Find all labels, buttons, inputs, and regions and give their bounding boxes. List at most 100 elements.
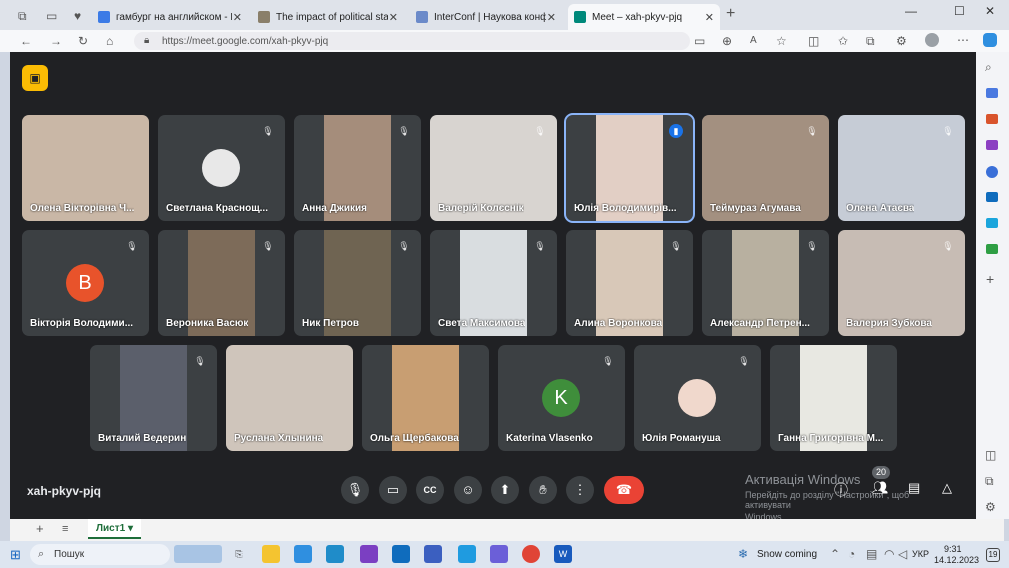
taskbar-search[interactable]: ⌕ Пошук xyxy=(30,544,170,565)
close-tab-icon[interactable]: ✕ xyxy=(389,11,398,24)
favorite-icon[interactable]: ☆ xyxy=(776,34,787,48)
task-view-icon[interactable]: ⎘ xyxy=(230,545,248,563)
m365-icon[interactable] xyxy=(986,166,998,178)
volume-icon[interactable]: ◁ xyxy=(898,547,907,561)
pinned-tab-icon[interactable]: ♥ xyxy=(74,9,81,23)
participant-tile[interactable]: 🎙︎ Светлана Краснощ... xyxy=(158,115,285,221)
collections-icon[interactable]: ⧉ xyxy=(866,34,875,48)
start-icon[interactable]: ⊞ xyxy=(10,547,21,563)
media-icon[interactable] xyxy=(490,545,508,563)
back-icon[interactable]: ← xyxy=(20,34,32,48)
mic-button[interactable]: 🎙︎ xyxy=(341,476,369,504)
info-icon[interactable]: ⓘ xyxy=(834,480,848,500)
leave-call-button[interactable]: ☎ xyxy=(604,476,644,504)
notification-badge[interactable]: 19 xyxy=(986,548,1000,562)
external-open-icon[interactable]: ⧉ xyxy=(985,474,994,488)
chat-icon[interactable]: ▤ xyxy=(908,480,920,496)
participant-tile[interactable]: K 🎙︎ Katerina Vlasenko xyxy=(498,345,625,451)
add-sidebar-app-icon[interactable]: + xyxy=(986,272,994,286)
viber-icon[interactable] xyxy=(360,545,378,563)
weather-text[interactable]: Snow coming xyxy=(757,549,817,560)
tab-actions-icon[interactable]: ▭ xyxy=(46,9,57,23)
url-field[interactable]: 🔒︎ https://meet.google.com/xah-pkyv-pjq … xyxy=(134,32,787,50)
participant-tile[interactable]: 🎙︎ Олена Атаєва xyxy=(838,115,965,221)
extensions-icon[interactable]: ⚙ xyxy=(896,34,907,48)
forward-icon[interactable]: → xyxy=(50,34,62,48)
close-tab-icon[interactable]: ✕ xyxy=(705,11,714,24)
minimize-button[interactable]: — xyxy=(905,4,917,18)
participant-tile[interactable]: Олена Вікторівна Ч... xyxy=(22,115,149,221)
participant-tile[interactable]: B 🎙︎ Вікторія Володими... xyxy=(22,230,149,336)
browser-tab[interactable]: Meet – xah-pkyv-pjq ✕ xyxy=(568,4,720,30)
app-icon-blue[interactable] xyxy=(326,545,344,563)
activities-icon[interactable]: △ xyxy=(942,480,952,496)
participant-tile[interactable]: Ольга Щербакова xyxy=(362,345,489,451)
close-tab-icon[interactable]: ✕ xyxy=(233,11,242,24)
browser-tab[interactable]: гамбург на английском - Поиск✕ xyxy=(92,4,248,30)
chrome-icon[interactable] xyxy=(522,545,540,563)
word-icon[interactable]: W xyxy=(554,545,572,563)
wifi-icon[interactable]: ◠ xyxy=(884,547,894,561)
search-icon[interactable]: ⌕ xyxy=(985,60,992,74)
read-aloud-icon[interactable]: A xyxy=(750,34,757,48)
refresh-icon[interactable]: ↻ xyxy=(78,34,88,48)
zoom-icon[interactable]: ⊕ xyxy=(722,34,732,48)
participant-tile[interactable]: ▮ Юлія Володимирів... xyxy=(564,113,695,223)
language-indicator[interactable]: УКР xyxy=(912,549,929,559)
participant-tile[interactable]: 🎙︎ Вероника Васюк xyxy=(158,230,285,336)
add-sheet-icon[interactable]: + xyxy=(36,522,44,536)
edge-task-icon[interactable] xyxy=(458,545,476,563)
camera-button[interactable]: ▭ xyxy=(379,476,407,504)
tray-icon-1[interactable]: ◔ xyxy=(848,547,855,561)
profile-avatar[interactable] xyxy=(925,33,939,47)
participant-tile[interactable]: 🎙︎ Валерій Колєснік xyxy=(430,115,557,221)
settings-gear-icon[interactable]: ⚙ xyxy=(985,500,996,514)
captions-button[interactable]: CC xyxy=(416,476,444,504)
shopping-icon[interactable] xyxy=(986,88,998,98)
participant-tile[interactable]: 🎙︎ Алина Воронкова xyxy=(566,230,693,336)
sheet-list-icon[interactable]: ≡ xyxy=(62,522,68,536)
browser-tab[interactable]: InterConf | Наукова конференц✕ xyxy=(410,4,562,30)
participant-tile[interactable]: 🎙︎ Валерия Зубкова xyxy=(838,230,965,336)
copilot-icon[interactable] xyxy=(983,33,997,47)
participant-tile[interactable]: 🎙︎ Юлія Романуша xyxy=(634,345,761,451)
camera-permission-icon[interactable]: ▭ xyxy=(694,34,705,48)
workspaces-icon[interactable]: ⧉ xyxy=(18,9,27,23)
sheet-tab[interactable]: Лист1 ▾ xyxy=(88,519,141,539)
tools-icon[interactable] xyxy=(986,114,998,124)
split-screen-icon[interactable]: ◫ xyxy=(808,34,819,48)
network-icon[interactable]: ▤ xyxy=(866,547,877,561)
close-tab-icon[interactable]: ✕ xyxy=(547,11,556,24)
reactions-button[interactable]: ☺ xyxy=(454,476,482,504)
clock-date[interactable]: 14.12.2023 xyxy=(934,555,979,565)
tray-chevron-icon[interactable]: ⌃ xyxy=(830,547,840,561)
participant-tile[interactable]: 🎙︎ Ник Петров xyxy=(294,230,421,336)
more-options-button[interactable]: ⋮ xyxy=(566,476,594,504)
participant-tile[interactable]: 🎙︎ Анна Джикия xyxy=(294,115,421,221)
meet-app-icon[interactable] xyxy=(986,244,998,254)
save-app-icon[interactable] xyxy=(424,545,442,563)
participant-tile[interactable]: Ганна Григорівна М... xyxy=(770,345,897,451)
raise-hand-button[interactable]: ✋︎ xyxy=(529,476,557,504)
participant-tile[interactable]: 🎙︎ Александр Петрен... xyxy=(702,230,829,336)
camera-off-icon[interactable]: ▣ xyxy=(22,65,48,91)
telegram-icon[interactable] xyxy=(986,218,998,228)
maximize-button[interactable]: ☐ xyxy=(954,4,965,18)
new-tab-button[interactable]: + xyxy=(726,6,735,22)
clock-time[interactable]: 9:31 xyxy=(944,544,962,554)
people-icon[interactable]: 👥︎ xyxy=(872,480,889,496)
close-window-button[interactable]: ✕ xyxy=(985,4,995,18)
favorites-icon[interactable]: ✩ xyxy=(838,34,848,48)
participant-tile[interactable]: Руслана Хлынина xyxy=(226,345,353,451)
participant-tile[interactable]: 🎙︎ Света Максимова xyxy=(430,230,557,336)
home-icon[interactable]: ⌂ xyxy=(106,34,113,48)
explorer-icon[interactable] xyxy=(262,545,280,563)
sidebar-layout-icon[interactable]: ◫ xyxy=(985,448,996,462)
games-icon[interactable] xyxy=(986,140,998,150)
participant-tile[interactable]: 🎙︎ Виталий Ведерин xyxy=(90,345,217,451)
participant-tile[interactable]: 🎙︎ Теймураз Агумава xyxy=(702,115,829,221)
taskbar-widget-image[interactable] xyxy=(174,545,222,563)
more-menu-icon[interactable]: ⋯ xyxy=(957,33,969,47)
terminal-icon[interactable] xyxy=(294,545,312,563)
outlook-icon[interactable] xyxy=(986,192,998,202)
